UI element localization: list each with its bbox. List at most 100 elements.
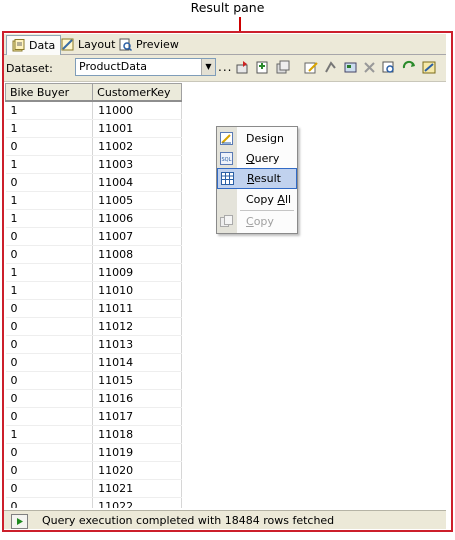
cell-customer-key[interactable]: 11003 [92,155,182,174]
dataset-select[interactable]: ProductData ▼ [75,58,216,76]
table-row[interactable]: 1 11009 [5,263,182,282]
cell-bike-buyer[interactable]: 0 [5,227,94,246]
cell-bike-buyer[interactable]: 0 [5,443,94,462]
cell-bike-buyer[interactable]: 0 [5,299,94,318]
cell-customer-key[interactable]: 11006 [92,209,182,228]
table-row[interactable]: 0 11008 [5,245,182,264]
query-designer-icon[interactable] [381,60,396,75]
menu-item-design-label: Design [246,132,284,145]
cell-customer-key[interactable]: 11005 [92,191,182,210]
table-row[interactable]: 0 11012 [5,317,182,336]
preview-icon [119,38,133,52]
graphical-designer-icon[interactable] [422,60,437,75]
menu-item-copy-all[interactable]: Copy All [217,190,297,209]
cancel-icon[interactable] [362,60,377,75]
table-row[interactable]: 1 11003 [5,155,182,174]
menu-item-design[interactable]: Design [217,129,297,148]
table-row[interactable]: 1 11018 [5,425,182,444]
cell-customer-key[interactable]: 11019 [92,443,182,462]
copy-icon [220,215,233,228]
cell-customer-key[interactable]: 11000 [92,101,182,120]
table-row[interactable]: 0 11022 [5,497,182,508]
cell-customer-key[interactable]: 11015 [92,371,182,390]
cell-bike-buyer[interactable]: 1 [5,425,94,444]
table-row[interactable]: 0 11004 [5,173,182,192]
cell-bike-buyer[interactable]: 1 [5,281,94,300]
command-type-icon[interactable] [343,60,358,75]
tab-layout[interactable]: Layout [56,36,120,53]
column-header-customer-key[interactable]: CustomerKey [92,83,182,102]
column-header-bike-buyer[interactable]: Bike Buyer [5,83,94,102]
table-row[interactable]: 0 11002 [5,137,182,156]
cell-customer-key[interactable]: 11012 [92,317,182,336]
cell-customer-key[interactable]: 11007 [92,227,182,246]
cell-customer-key[interactable]: 11009 [92,263,182,282]
cell-bike-buyer[interactable]: 0 [5,461,94,480]
tab-layout-label: Layout [78,38,116,51]
cell-bike-buyer[interactable]: 0 [5,353,94,372]
menu-item-result[interactable]: Result [217,168,297,189]
cell-bike-buyer[interactable]: 0 [5,173,94,192]
delete-dataset-icon[interactable] [255,60,270,75]
design-icon [220,132,233,145]
cell-bike-buyer[interactable]: 1 [5,263,94,282]
cell-bike-buyer[interactable]: 0 [5,479,94,498]
generic-query-icon[interactable] [323,60,338,75]
table-row[interactable]: 0 11016 [5,389,182,408]
cell-bike-buyer[interactable]: 1 [5,155,94,174]
table-row[interactable]: 1 11001 [5,119,182,138]
tab-bar: Data Layout Preview [4,34,446,55]
cell-bike-buyer[interactable]: 1 [5,101,94,120]
tab-preview[interactable]: Preview [114,36,184,53]
cell-bike-buyer[interactable]: 0 [5,407,94,426]
table-row[interactable]: 0 11015 [5,371,182,390]
cell-bike-buyer[interactable]: 0 [5,497,94,508]
cell-bike-buyer[interactable]: 0 [5,137,94,156]
cell-bike-buyer[interactable]: 1 [5,119,94,138]
table-row[interactable]: 0 11014 [5,353,182,372]
cell-bike-buyer[interactable]: 0 [5,371,94,390]
menu-item-copy[interactable]: Copy [217,212,297,231]
callout-line [239,17,241,32]
refresh-fields-icon[interactable] [276,60,291,75]
table-row[interactable]: 1 11000 [5,101,182,120]
table-row[interactable]: 0 11020 [5,461,182,480]
cell-customer-key[interactable]: 11004 [92,173,182,192]
cell-customer-key[interactable]: 11001 [92,119,182,138]
new-dataset-icon[interactable] [235,60,250,75]
cell-customer-key[interactable]: 11016 [92,389,182,408]
cell-bike-buyer[interactable]: 0 [5,245,94,264]
cell-customer-key[interactable]: 11010 [92,281,182,300]
table-row[interactable]: 1 11006 [5,209,182,228]
dataset-ellipsis-button[interactable]: ... [218,60,232,74]
cell-customer-key[interactable]: 11018 [92,425,182,444]
edit-selected-icon[interactable] [304,60,319,75]
cell-bike-buyer[interactable]: 1 [5,209,94,228]
cell-customer-key[interactable]: 11002 [92,137,182,156]
cell-customer-key[interactable]: 11008 [92,245,182,264]
import-icon[interactable] [402,60,417,75]
cell-bike-buyer[interactable]: 1 [5,191,94,210]
table-row[interactable]: 1 11010 [5,281,182,300]
cell-customer-key[interactable]: 11021 [92,479,182,498]
menu-item-query[interactable]: SQL Query [217,149,297,168]
chevron-down-icon[interactable]: ▼ [201,59,215,75]
cell-customer-key[interactable]: 11014 [92,353,182,372]
table-row[interactable]: 0 11007 [5,227,182,246]
cell-customer-key[interactable]: 11022 [92,497,182,508]
table-row[interactable]: 0 11017 [5,407,182,426]
table-row[interactable]: 1 11005 [5,191,182,210]
cell-customer-key[interactable]: 11020 [92,461,182,480]
table-row[interactable]: 0 11013 [5,335,182,354]
table-row[interactable]: 0 11019 [5,443,182,462]
cell-bike-buyer[interactable]: 0 [5,335,94,354]
table-row[interactable]: 0 11021 [5,479,182,498]
cell-bike-buyer[interactable]: 0 [5,317,94,336]
table-row[interactable]: 0 11011 [5,299,182,318]
cell-customer-key[interactable]: 11017 [92,407,182,426]
tab-data[interactable]: Data [6,35,62,55]
cell-bike-buyer[interactable]: 0 [5,389,94,408]
svg-text:SQL: SQL [222,157,232,163]
cell-customer-key[interactable]: 11013 [92,335,182,354]
cell-customer-key[interactable]: 11011 [92,299,182,318]
